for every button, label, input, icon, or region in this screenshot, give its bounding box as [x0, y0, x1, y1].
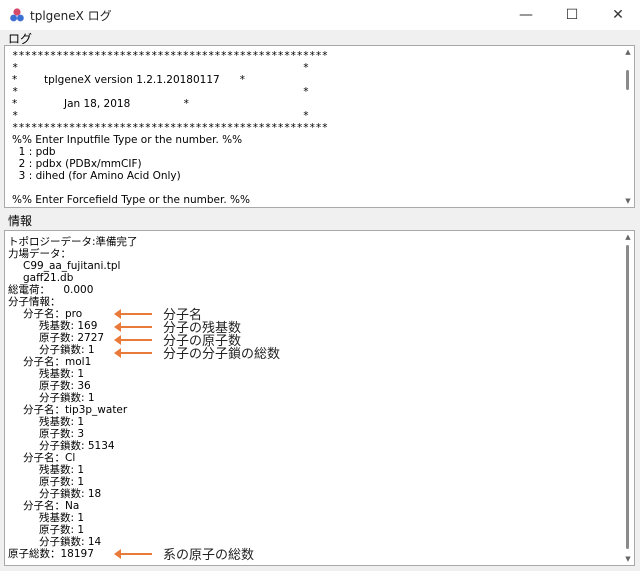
title-bar: tplgeneX ログ — ☐ ✕	[0, 0, 640, 30]
info-line: 残基数: 1	[39, 464, 85, 476]
info-line: gaff21.db	[23, 272, 74, 284]
scroll-up-arrow-icon[interactable]: ▲	[624, 48, 632, 56]
annotation-total-atoms: 系の原子の総数	[163, 548, 255, 563]
annotation-arrow-icon	[114, 335, 152, 345]
log-line: ****************************************…	[12, 50, 329, 62]
log-line: %% Enter Forcefield Type or the number. …	[12, 194, 250, 206]
info-line: 残基数: 1	[39, 368, 85, 380]
info-line: 残基数: 1	[39, 416, 85, 428]
log-line: 3 : dihed (for Amino Acid Only)	[12, 170, 181, 182]
info-line: 原子数: 1	[39, 524, 85, 536]
scroll-up-arrow-icon[interactable]: ▲	[624, 233, 632, 241]
annotation-arrow-icon	[114, 549, 152, 559]
info-line: 総電荷： 0.000	[8, 284, 94, 296]
scroll-down-arrow-icon[interactable]: ▼	[624, 197, 632, 205]
info-line: トポロジーデータ:準備完了	[8, 236, 138, 248]
info-line: 残基数: 1	[39, 512, 85, 524]
scroll-down-arrow-icon[interactable]: ▼	[624, 555, 632, 563]
info-line: 分子名：mol1	[23, 356, 92, 368]
scroll-thumb[interactable]	[626, 70, 629, 90]
close-button[interactable]: ✕	[596, 0, 640, 30]
log-line: * Jan 18, 2018 *	[12, 98, 189, 110]
log-line: * *	[12, 110, 310, 122]
scroll-thumb[interactable]	[626, 245, 629, 549]
annotation-arrow-icon	[114, 309, 152, 319]
annotation-arrow-icon	[114, 348, 152, 358]
info-line: 分子名：Na	[23, 500, 80, 512]
info-line: 分子名：pro	[23, 308, 83, 320]
info-section-label: 情報	[8, 214, 33, 228]
annotation-arrow-icon	[114, 322, 152, 332]
window-title: tplgeneX ログ	[30, 9, 112, 23]
info-scrollbar[interactable]: ▲ ▼	[624, 233, 632, 563]
log-line: 2 : pdbx (PDBx/mmCIF)	[12, 158, 142, 170]
app-icon	[10, 8, 24, 22]
info-line: C99_aa_fujitani.tpl	[23, 260, 121, 272]
maximize-button[interactable]: ☐	[550, 0, 594, 30]
log-line: * tplgeneX version 1.2.1.20180117 *	[12, 74, 245, 86]
log-panel[interactable]: ****************************************…	[4, 45, 635, 208]
info-line: 原子数: 3	[39, 428, 85, 440]
log-line: %% Enter Inputfile Type or the number. %…	[12, 134, 243, 146]
log-line: ****************************************…	[12, 122, 329, 134]
info-line: 分子鎖数: 14	[39, 536, 102, 548]
info-line: 分子名：Cl	[23, 452, 76, 464]
info-line: 分子鎖数: 1	[39, 344, 95, 356]
annotation-chains: 分子の分子鎖の総数	[163, 347, 281, 362]
info-line: 分子名：tip3p_water	[23, 404, 128, 416]
minimize-button[interactable]: —	[504, 0, 548, 30]
info-line: 力場データ：	[8, 248, 71, 260]
info-panel[interactable]: トポロジーデータ:準備完了 力場データ： C99_aa_fujitani.tpl…	[4, 230, 635, 566]
info-line: 原子総数：18197	[8, 548, 94, 560]
log-line: 1 : pdb	[12, 146, 56, 158]
log-line: * *	[12, 86, 310, 98]
log-line: * *	[12, 62, 310, 74]
info-line: 分子鎖数: 1	[39, 392, 95, 404]
info-line: 分子鎖数: 18	[39, 488, 102, 500]
log-scrollbar[interactable]: ▲ ▼	[624, 48, 632, 205]
info-line: 残基数: 169	[39, 320, 98, 332]
info-line: 原子数: 2727	[39, 332, 105, 344]
info-line: 原子数: 36	[39, 380, 91, 392]
info-line: 分子情報：	[8, 296, 61, 308]
info-line: 原子数: 1	[39, 476, 85, 488]
info-line: 分子鎖数: 5134	[39, 440, 115, 452]
